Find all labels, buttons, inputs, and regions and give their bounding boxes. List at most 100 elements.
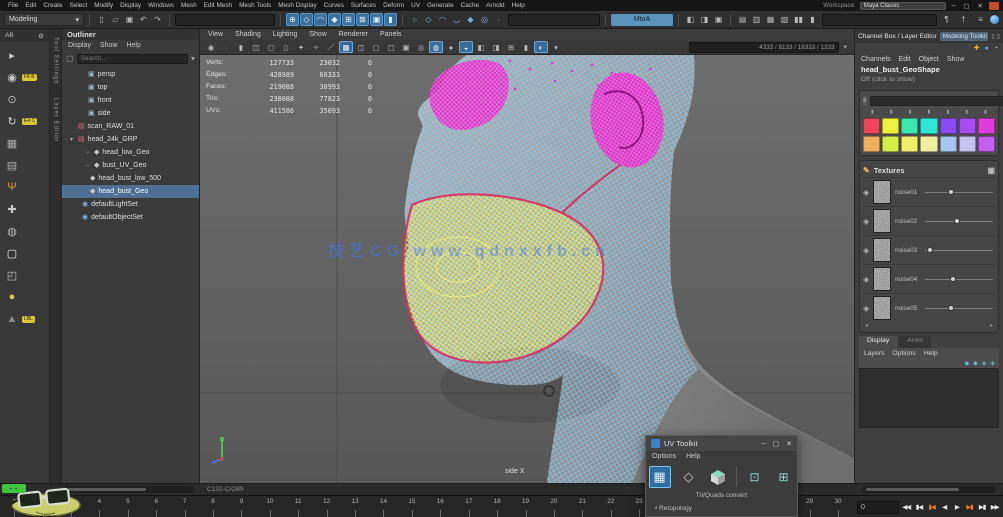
outliner-menu-item[interactable]: Display [68,42,91,49]
file-action-icon[interactable]: ▣ [123,13,136,26]
snap-icon[interactable]: ◇ [300,13,313,26]
snap-icon[interactable]: ◆ [328,13,341,26]
diamond-icon[interactable]: ◇ [678,466,700,488]
viewport-menu-item[interactable]: Panels [380,31,401,38]
palette-search-input[interactable] [870,96,1003,106]
texture-layer-row[interactable]: ◈ noise04 [863,264,995,293]
toolbox-tool[interactable]: ◉ F8 B [4,67,37,87]
tab-modeling-toolkit[interactable]: Modeling Toolkit [940,32,989,41]
menu-item[interactable]: Generate [427,2,454,9]
color-swatch[interactable] [901,136,918,152]
dotted-grid-icon[interactable]: ⊡ [744,466,766,488]
viewport-menu-item[interactable]: Show [309,31,327,38]
frame-cell[interactable]: 18 [483,496,511,517]
dialog-minimize-button[interactable]: – [762,440,766,448]
color-swatch[interactable] [863,136,880,152]
viewport-toolbar-icon[interactable]: ▾ [549,41,563,53]
viewport-toolbar-icon[interactable]: ✦ [294,41,308,53]
texture-layer-row[interactable]: ◈ noise03 [863,235,995,264]
menu-item[interactable]: Mesh Tools [239,2,271,9]
channel-menu-item[interactable]: Edit [899,56,911,63]
chevron-down-icon[interactable]: ▾ [840,43,850,51]
layer-hscrollbar[interactable] [862,486,996,493]
transport-button[interactable]: ▶ [951,503,964,511]
frame-cell[interactable]: 29 [795,496,823,517]
viewport-toolbar-icon[interactable]: ⊞ [504,41,518,53]
frame-cell[interactable]: 15 [398,496,426,517]
viewport-toolbar-icon[interactable]: ▯ [279,41,293,53]
frame-cell[interactable]: 8 [199,496,227,517]
viewport-toolbar-icon[interactable]: ◻ [369,41,383,53]
chevron-down-icon[interactable]: ▾ [191,54,195,63]
menu-item[interactable]: Modify [94,2,113,9]
outliner-item[interactable]: head_bust_Geo [62,185,199,198]
toolbox-tool[interactable]: ↻ E4 C [4,111,37,131]
color-swatch[interactable] [978,118,995,134]
toolbox-tool[interactable]: ◰ [4,265,20,285]
renderer-chip[interactable]: MtoA [611,14,673,26]
viewport-toolbar-icon[interactable]: · [219,41,233,53]
snap-icon[interactable]: ▣ [370,13,383,26]
frame-cell[interactable]: 14 [369,496,397,517]
panel-dock-icon[interactable]: ▯ [997,33,1000,40]
render-action-icon[interactable]: ▮▮ [792,13,805,26]
menu-item[interactable]: UV [411,2,420,9]
manipulator-icon[interactable]: ✚ [974,44,980,52]
toolbox-tool[interactable]: ◍ [4,221,20,241]
texture-layer-row[interactable]: ◈ noise01 [863,177,995,206]
frame-cell[interactable]: 6 [142,496,170,517]
snap-icon[interactable]: ◠ [314,13,327,26]
command-field[interactable] [822,14,937,26]
menu-item[interactable]: Deform [383,2,404,9]
file-action-icon[interactable]: ▱ [109,13,122,26]
viewport-toolbar-icon[interactable]: ◫ [249,41,263,53]
window-maximize-button[interactable]: ▢ [961,2,971,10]
file-action-icon[interactable]: ▯ [95,13,108,26]
display-mode-icon[interactable]: ▣ [712,13,725,26]
dialog-bullet-item[interactable]: • Retopology [646,503,797,512]
menu-set-dropdown[interactable]: Modeling ▾ [4,13,84,26]
file-action-icon[interactable]: ↶ [137,13,150,26]
window-close-button[interactable]: ✕ [976,2,985,10]
frame-cell[interactable]: 7 [170,496,198,517]
menu-item[interactable]: Arnold [486,2,504,9]
side-tab[interactable]: Tool Settings [53,37,59,84]
render-action-icon[interactable]: ▥ [750,13,763,26]
toolbox-tool[interactable]: Ψ [4,177,20,197]
frame-cell[interactable]: 20 [540,496,568,517]
frame-cell[interactable]: 4 [85,496,113,517]
transport-button[interactable]: ▮◀ [913,503,926,511]
color-swatch[interactable] [863,118,880,134]
slider-handle[interactable] [950,276,956,282]
layer-menu-item[interactable]: Layers [864,350,884,357]
outliner-item[interactable]: front [62,94,199,107]
sphere-icon[interactable]: ● [985,45,989,52]
new-layer-icon[interactable]: ◆ [973,360,978,367]
outliner-item[interactable]: − head_low_Geo [62,146,199,159]
frame-cell[interactable]: 12 [312,496,340,517]
viewport-toolbar-icon[interactable]: ◧ [474,41,488,53]
speed-icon[interactable]: ◔ [994,45,998,52]
viewport-toolbar-icon[interactable]: ／ [324,41,338,53]
slider-handle[interactable] [954,218,960,224]
viewport-toolbar-icon[interactable]: ▣ [399,41,413,53]
texture-thumbnail[interactable] [873,238,891,262]
render-action-icon[interactable]: ▧ [778,13,791,26]
quick-select-field[interactable] [175,14,275,26]
toolbox-tool[interactable]: ✚ [4,199,20,219]
snap-icon[interactable]: ⊠ [356,13,369,26]
viewport-toolbar-icon[interactable]: ◒ [459,41,473,53]
quick-entry-field[interactable] [508,14,600,26]
texture-thumbnail[interactable] [873,209,891,233]
construction-history-icon[interactable]: ◠ [436,13,449,26]
viewport-toolbar-icon[interactable]: ◍ [429,41,443,53]
dialog-menu-item[interactable]: Help [686,453,700,460]
outliner-item[interactable]: scan_RAW_01 [62,120,199,133]
outliner-item[interactable]: defaultObjectSet [62,211,199,224]
viewport-toolbar-icon[interactable]: ▮ [519,41,533,53]
viewport-toolbar-icon[interactable]: ◨ [489,41,503,53]
render-action-icon[interactable]: ▤ [736,13,749,26]
viewport-menu-item[interactable]: Lighting [273,31,298,38]
channel-menu-item[interactable]: Channels [861,56,891,63]
sidebar-toggle-icon[interactable]: ≡ [974,13,987,26]
